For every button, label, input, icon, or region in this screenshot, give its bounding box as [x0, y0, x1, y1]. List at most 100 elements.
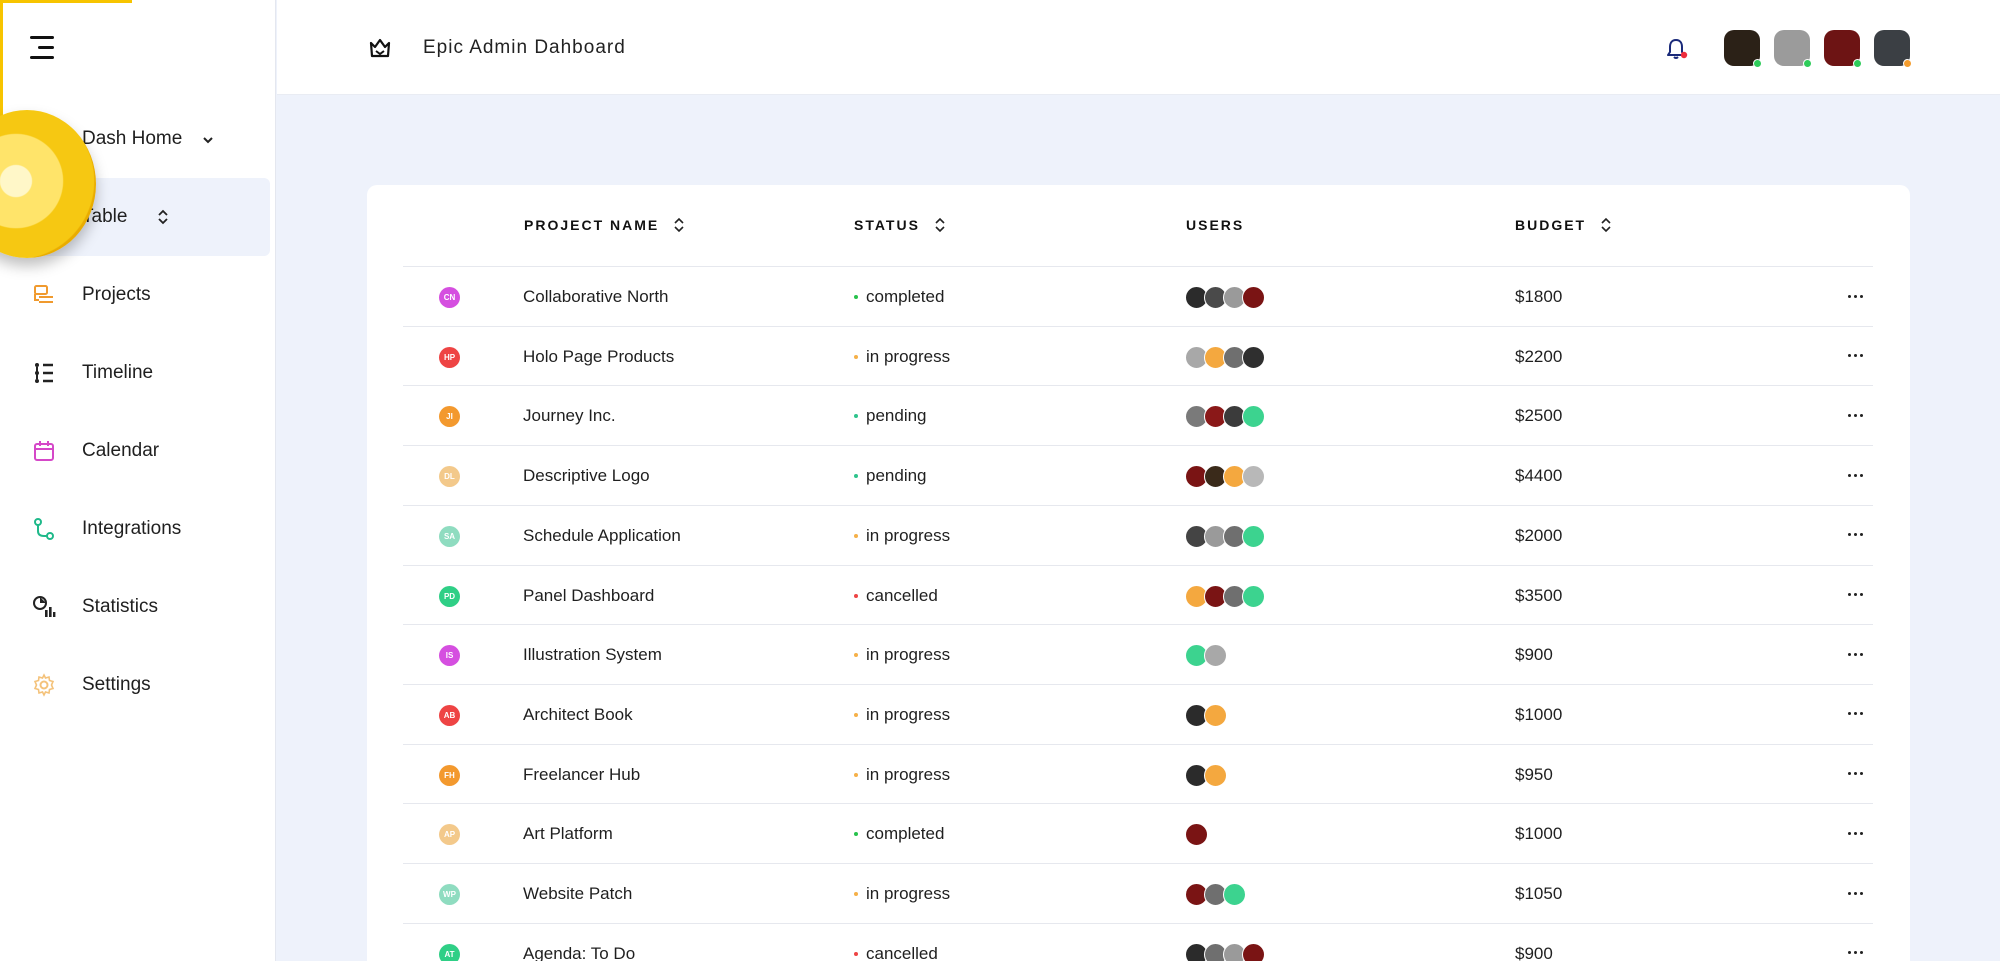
status-cell: in progress [854, 765, 950, 785]
status-dot [854, 712, 858, 717]
user-avatar[interactable] [1204, 644, 1227, 668]
column-header-budget[interactable]: BUDGET [1515, 217, 1612, 233]
sidebar-item-calendar[interactable]: Calendar [6, 412, 270, 490]
more-options-icon[interactable] [1841, 403, 1869, 427]
budget-value: $4400 [1515, 466, 1563, 486]
project-name: Agenda: To Do [523, 943, 636, 961]
sort-icon[interactable] [934, 217, 946, 233]
project-badge: CN [439, 287, 460, 308]
project-name: Holo Page Products [523, 346, 675, 366]
column-header-label: PROJECT NAME [524, 217, 660, 233]
sort-icon[interactable] [673, 217, 685, 233]
user-avatar[interactable] [1242, 584, 1265, 608]
sidebar-item-label: Statistics [82, 596, 159, 617]
budget-value: $900 [1515, 645, 1553, 665]
budget-value: $1800 [1515, 287, 1563, 306]
sidebar-item-statistics[interactable]: Statistics [6, 568, 270, 646]
sidebar-item-label: Dash Home [82, 128, 183, 149]
more-options-icon[interactable] [1841, 642, 1869, 666]
project-name: Panel Dashboard [523, 585, 655, 605]
project-badge: FH [439, 764, 460, 786]
user-avatar[interactable] [1242, 405, 1265, 429]
status-text: cancelled [866, 943, 938, 961]
more-options-icon[interactable] [1841, 344, 1869, 368]
user-avatar[interactable] [1242, 524, 1265, 548]
user-avatar[interactable] [1204, 703, 1227, 727]
avatar[interactable] [1824, 30, 1862, 68]
user-avatar[interactable] [1204, 763, 1227, 787]
more-options-icon[interactable] [1841, 821, 1869, 845]
status-text: pending [866, 406, 927, 426]
table-row[interactable]: AB Architect Book in progress $1000 [403, 684, 1873, 744]
sort-icon[interactable] [1600, 217, 1612, 233]
budget-value: $2500 [1515, 406, 1563, 426]
table-row[interactable]: AP Art Platform completed $1000 [403, 803, 1873, 863]
table-row[interactable]: DL Descriptive Logo pending $4400 [403, 445, 1873, 505]
bell-icon[interactable] [1663, 36, 1689, 62]
project-name: Descriptive Logo [523, 466, 650, 486]
users-avatar-group [1185, 524, 1265, 549]
status-text: in progress [866, 764, 951, 784]
more-options-icon[interactable] [1841, 284, 1869, 308]
status-cell: cancelled [854, 586, 938, 606]
sidebar-item-label: Calendar [82, 440, 160, 461]
avatar[interactable] [1724, 30, 1762, 68]
user-avatar[interactable] [1242, 942, 1265, 961]
status-cell: in progress [854, 645, 950, 665]
menu-icon[interactable] [28, 36, 54, 60]
sidebar-item-integrations[interactable]: Integrations [6, 490, 270, 568]
table-row[interactable]: CN Collaborative North completed $1800 [403, 266, 1873, 326]
table-row[interactable]: PD Panel Dashboard cancelled $3500 [403, 565, 1873, 625]
avatar[interactable] [1874, 30, 1912, 68]
more-options-icon[interactable] [1841, 523, 1869, 547]
budget-value: $2200 [1515, 346, 1563, 366]
project-name: Art Platform [523, 824, 613, 844]
more-options-icon[interactable] [1841, 881, 1869, 905]
column-header-label: BUDGET [1515, 217, 1587, 233]
project-badge: DL [439, 466, 460, 488]
avatar[interactable] [1774, 30, 1812, 68]
user-avatar[interactable] [1242, 286, 1265, 309]
status-cell: in progress [854, 526, 950, 546]
table-row[interactable]: WP Website Patch in progress $1050 [403, 863, 1873, 923]
more-options-icon[interactable] [1841, 583, 1869, 607]
status-text: completed [866, 287, 945, 306]
user-avatar[interactable] [1242, 345, 1265, 369]
budget-value: $2000 [1515, 525, 1563, 545]
user-avatar[interactable] [1223, 883, 1246, 906]
table-row[interactable]: FH Freelancer Hub in progress $950 [403, 744, 1873, 804]
status-text: pending [866, 466, 927, 486]
sidebar-item-label: Integrations [82, 518, 182, 539]
table-row[interactable]: HP Holo Page Products in progress $2200 [403, 326, 1873, 386]
sidebar-item-timeline[interactable]: Timeline [6, 334, 270, 412]
status-text: in progress [866, 645, 951, 665]
sidebar-item-settings[interactable]: Settings [6, 646, 270, 724]
table-row[interactable]: JI Journey Inc. pending $2500 [403, 385, 1873, 445]
status-cell: in progress [854, 347, 950, 367]
user-avatar[interactable] [1185, 823, 1208, 847]
project-name: Architect Book [523, 704, 633, 724]
crown-icon[interactable] [367, 36, 393, 62]
more-options-icon[interactable] [1841, 463, 1869, 487]
more-options-icon[interactable] [1841, 702, 1869, 726]
page-title: Epic Admin Dahboard [423, 37, 626, 58]
users-avatar-group [1185, 883, 1246, 907]
column-header-status[interactable]: STATUS [854, 217, 946, 233]
table-row[interactable]: AT Agenda: To Do cancelled $900 [403, 923, 1873, 961]
status-dot [854, 354, 858, 359]
more-options-icon[interactable] [1841, 762, 1869, 786]
table-row[interactable]: SA Schedule Application in progress $2000 [403, 505, 1873, 565]
table-row[interactable]: IS Illustration System in progress $900 [403, 624, 1873, 684]
budget-value: $950 [1515, 764, 1553, 784]
project-name: Website Patch [523, 884, 633, 903]
status-dot [854, 951, 858, 956]
status-dot [854, 772, 858, 777]
users-avatar-group [1185, 703, 1227, 728]
user-avatar[interactable] [1242, 465, 1265, 489]
project-badge: AT [439, 943, 460, 961]
more-options-icon[interactable] [1841, 941, 1869, 961]
status-dot [854, 414, 858, 419]
sidebar-item-projects[interactable]: Projects [6, 256, 270, 334]
column-header-project-name[interactable]: PROJECT NAME [524, 217, 685, 233]
users-avatar-group [1185, 644, 1227, 668]
